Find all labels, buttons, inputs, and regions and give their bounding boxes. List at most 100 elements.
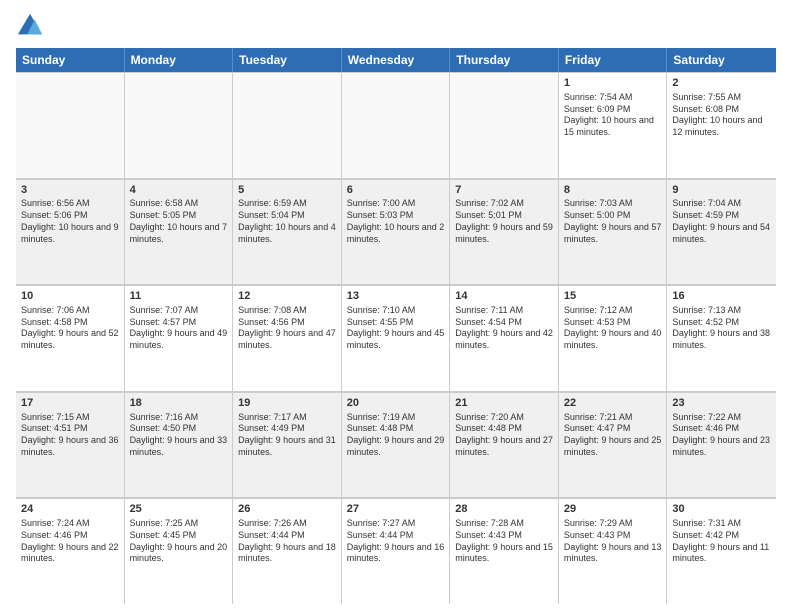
day-number: 5 (238, 183, 336, 198)
calendar-cell: 6Sunrise: 7:00 AM Sunset: 5:03 PM Daylig… (342, 179, 451, 285)
calendar-cell: 20Sunrise: 7:19 AM Sunset: 4:48 PM Dayli… (342, 392, 451, 498)
cell-info: Sunrise: 7:15 AM Sunset: 4:51 PM Dayligh… (21, 412, 119, 459)
day-number: 10 (21, 289, 119, 304)
cell-info: Sunrise: 7:26 AM Sunset: 4:44 PM Dayligh… (238, 518, 336, 565)
calendar-body: 1Sunrise: 7:54 AM Sunset: 6:09 PM Daylig… (16, 72, 776, 604)
calendar-cell: 28Sunrise: 7:28 AM Sunset: 4:43 PM Dayli… (450, 498, 559, 604)
day-number: 24 (21, 502, 119, 517)
day-number: 8 (564, 183, 662, 198)
day-number: 16 (672, 289, 771, 304)
calendar-header-row: SundayMondayTuesdayWednesdayThursdayFrid… (16, 48, 776, 72)
calendar-header-cell: Wednesday (342, 48, 451, 72)
cell-info: Sunrise: 6:56 AM Sunset: 5:06 PM Dayligh… (21, 198, 119, 245)
cell-info: Sunrise: 7:20 AM Sunset: 4:48 PM Dayligh… (455, 412, 553, 459)
calendar-cell: 22Sunrise: 7:21 AM Sunset: 4:47 PM Dayli… (559, 392, 668, 498)
day-number: 21 (455, 396, 553, 411)
cell-info: Sunrise: 7:55 AM Sunset: 6:08 PM Dayligh… (672, 92, 771, 139)
calendar-cell: 19Sunrise: 7:17 AM Sunset: 4:49 PM Dayli… (233, 392, 342, 498)
cell-info: Sunrise: 7:08 AM Sunset: 4:56 PM Dayligh… (238, 305, 336, 352)
calendar-cell: 16Sunrise: 7:13 AM Sunset: 4:52 PM Dayli… (667, 285, 776, 391)
calendar-cell (125, 72, 234, 178)
cell-info: Sunrise: 7:22 AM Sunset: 4:46 PM Dayligh… (672, 412, 771, 459)
cell-info: Sunrise: 6:58 AM Sunset: 5:05 PM Dayligh… (130, 198, 228, 245)
header (16, 12, 776, 40)
day-number: 13 (347, 289, 445, 304)
day-number: 19 (238, 396, 336, 411)
day-number: 2 (672, 76, 771, 91)
day-number: 28 (455, 502, 553, 517)
day-number: 15 (564, 289, 662, 304)
calendar-cell: 21Sunrise: 7:20 AM Sunset: 4:48 PM Dayli… (450, 392, 559, 498)
day-number: 6 (347, 183, 445, 198)
calendar-header-cell: Saturday (667, 48, 776, 72)
calendar-row: 1Sunrise: 7:54 AM Sunset: 6:09 PM Daylig… (16, 72, 776, 179)
day-number: 9 (672, 183, 771, 198)
calendar-cell: 4Sunrise: 6:58 AM Sunset: 5:05 PM Daylig… (125, 179, 234, 285)
day-number: 12 (238, 289, 336, 304)
calendar-cell (450, 72, 559, 178)
calendar-cell: 17Sunrise: 7:15 AM Sunset: 4:51 PM Dayli… (16, 392, 125, 498)
calendar-header-cell: Thursday (450, 48, 559, 72)
cell-info: Sunrise: 7:31 AM Sunset: 4:42 PM Dayligh… (672, 518, 771, 565)
cell-info: Sunrise: 7:02 AM Sunset: 5:01 PM Dayligh… (455, 198, 553, 245)
calendar-header-cell: Sunday (16, 48, 125, 72)
cell-info: Sunrise: 7:21 AM Sunset: 4:47 PM Dayligh… (564, 412, 662, 459)
day-number: 26 (238, 502, 336, 517)
day-number: 23 (672, 396, 771, 411)
calendar-cell: 7Sunrise: 7:02 AM Sunset: 5:01 PM Daylig… (450, 179, 559, 285)
cell-info: Sunrise: 7:00 AM Sunset: 5:03 PM Dayligh… (347, 198, 445, 245)
day-number: 3 (21, 183, 119, 198)
cell-info: Sunrise: 7:03 AM Sunset: 5:00 PM Dayligh… (564, 198, 662, 245)
calendar-cell: 15Sunrise: 7:12 AM Sunset: 4:53 PM Dayli… (559, 285, 668, 391)
day-number: 11 (130, 289, 228, 304)
calendar-cell: 8Sunrise: 7:03 AM Sunset: 5:00 PM Daylig… (559, 179, 668, 285)
calendar-header-cell: Monday (125, 48, 234, 72)
calendar-cell: 1Sunrise: 7:54 AM Sunset: 6:09 PM Daylig… (559, 72, 668, 178)
day-number: 29 (564, 502, 662, 517)
cell-info: Sunrise: 7:07 AM Sunset: 4:57 PM Dayligh… (130, 305, 228, 352)
calendar-cell: 29Sunrise: 7:29 AM Sunset: 4:43 PM Dayli… (559, 498, 668, 604)
calendar-cell: 30Sunrise: 7:31 AM Sunset: 4:42 PM Dayli… (667, 498, 776, 604)
calendar-cell: 26Sunrise: 7:26 AM Sunset: 4:44 PM Dayli… (233, 498, 342, 604)
cell-info: Sunrise: 7:19 AM Sunset: 4:48 PM Dayligh… (347, 412, 445, 459)
calendar-header-cell: Tuesday (233, 48, 342, 72)
calendar-cell: 9Sunrise: 7:04 AM Sunset: 4:59 PM Daylig… (667, 179, 776, 285)
calendar-cell (16, 72, 125, 178)
cell-info: Sunrise: 7:16 AM Sunset: 4:50 PM Dayligh… (130, 412, 228, 459)
cell-info: Sunrise: 7:29 AM Sunset: 4:43 PM Dayligh… (564, 518, 662, 565)
logo (16, 12, 48, 40)
cell-info: Sunrise: 7:04 AM Sunset: 4:59 PM Dayligh… (672, 198, 771, 245)
day-number: 1 (564, 76, 662, 91)
calendar-cell: 2Sunrise: 7:55 AM Sunset: 6:08 PM Daylig… (667, 72, 776, 178)
day-number: 22 (564, 396, 662, 411)
calendar-row: 24Sunrise: 7:24 AM Sunset: 4:46 PM Dayli… (16, 498, 776, 604)
cell-info: Sunrise: 7:12 AM Sunset: 4:53 PM Dayligh… (564, 305, 662, 352)
calendar-cell: 3Sunrise: 6:56 AM Sunset: 5:06 PM Daylig… (16, 179, 125, 285)
page: SundayMondayTuesdayWednesdayThursdayFrid… (0, 0, 792, 612)
cell-info: Sunrise: 7:28 AM Sunset: 4:43 PM Dayligh… (455, 518, 553, 565)
calendar-cell: 13Sunrise: 7:10 AM Sunset: 4:55 PM Dayli… (342, 285, 451, 391)
calendar-header-cell: Friday (559, 48, 668, 72)
day-number: 14 (455, 289, 553, 304)
cell-info: Sunrise: 6:59 AM Sunset: 5:04 PM Dayligh… (238, 198, 336, 245)
day-number: 25 (130, 502, 228, 517)
cell-info: Sunrise: 7:54 AM Sunset: 6:09 PM Dayligh… (564, 92, 662, 139)
calendar-cell (342, 72, 451, 178)
day-number: 27 (347, 502, 445, 517)
day-number: 7 (455, 183, 553, 198)
cell-info: Sunrise: 7:17 AM Sunset: 4:49 PM Dayligh… (238, 412, 336, 459)
calendar-cell: 18Sunrise: 7:16 AM Sunset: 4:50 PM Dayli… (125, 392, 234, 498)
day-number: 17 (21, 396, 119, 411)
cell-info: Sunrise: 7:13 AM Sunset: 4:52 PM Dayligh… (672, 305, 771, 352)
cell-info: Sunrise: 7:10 AM Sunset: 4:55 PM Dayligh… (347, 305, 445, 352)
logo-icon (16, 12, 44, 40)
cell-info: Sunrise: 7:06 AM Sunset: 4:58 PM Dayligh… (21, 305, 119, 352)
calendar-cell: 12Sunrise: 7:08 AM Sunset: 4:56 PM Dayli… (233, 285, 342, 391)
calendar-cell: 5Sunrise: 6:59 AM Sunset: 5:04 PM Daylig… (233, 179, 342, 285)
calendar-cell (233, 72, 342, 178)
calendar-cell: 25Sunrise: 7:25 AM Sunset: 4:45 PM Dayli… (125, 498, 234, 604)
calendar-cell: 10Sunrise: 7:06 AM Sunset: 4:58 PM Dayli… (16, 285, 125, 391)
calendar-row: 17Sunrise: 7:15 AM Sunset: 4:51 PM Dayli… (16, 392, 776, 499)
calendar-cell: 14Sunrise: 7:11 AM Sunset: 4:54 PM Dayli… (450, 285, 559, 391)
day-number: 4 (130, 183, 228, 198)
